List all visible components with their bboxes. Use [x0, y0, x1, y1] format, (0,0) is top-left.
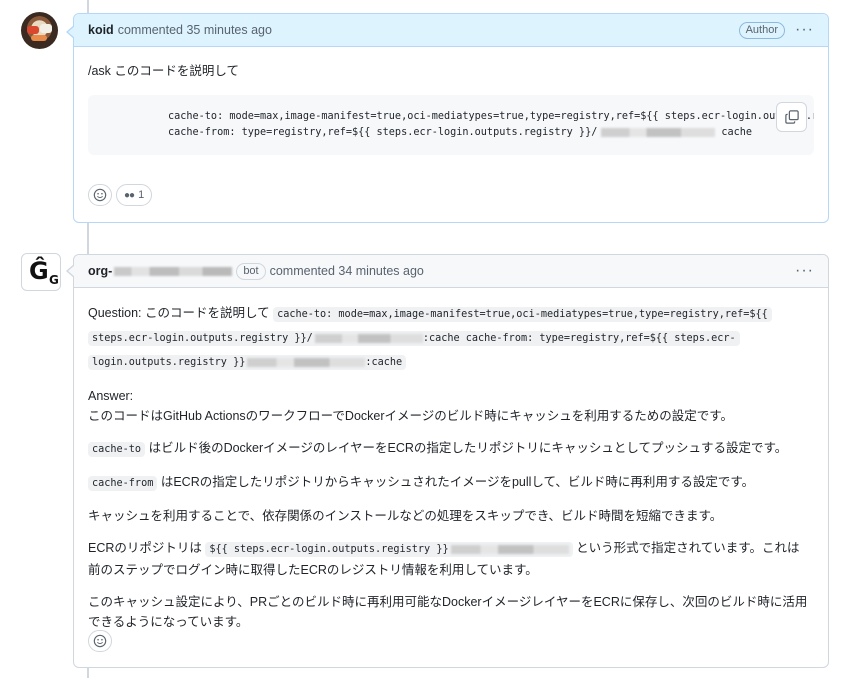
answer-block: Answer: このコードはGitHub ActionsのワークフローでDock…	[88, 386, 814, 426]
question-block: Question: このコードを説明して cache-to: mode=max,…	[88, 302, 814, 374]
bot-logo-icon: Ĝ	[29, 257, 49, 285]
comment-body: Question: このコードを説明して cache-to: mode=max,…	[74, 288, 828, 632]
answer-paragraph: cache-from はECRの指定したリポジトリからキャッシュされたイメージを…	[88, 472, 814, 494]
redacted-text	[114, 266, 233, 276]
author-link[interactable]: koid	[88, 23, 114, 37]
copy-icon	[784, 110, 799, 124]
author-badge: Author	[738, 21, 786, 39]
smiley-icon	[93, 634, 107, 648]
code-line: cache-to: mode=max,image-manifest=true,o…	[168, 111, 814, 122]
add-reaction-button[interactable]	[88, 630, 112, 652]
redacted-text	[247, 357, 366, 367]
comment-body: /ask このコードを説明して cache-to: mode=max,image…	[74, 47, 828, 155]
avatar-image-part	[31, 35, 47, 41]
author-link[interactable]: org-	[88, 264, 112, 278]
answer-label: Answer:	[88, 389, 134, 403]
reactions-bar: ●● 1	[88, 184, 153, 206]
avatar[interactable]	[21, 12, 58, 49]
code-block: cache-to: mode=max,image-manifest=true,o…	[88, 95, 814, 155]
redacted-text	[450, 544, 569, 554]
inline-code: cache-from	[88, 476, 158, 491]
answer-paragraph: キャッシュを利用することで、依存関係のインストールなどの処理をスキップでき、ビル…	[88, 509, 723, 523]
more-options-icon[interactable]: ···	[795, 22, 814, 38]
redacted-text	[314, 333, 423, 343]
comment-timestamp[interactable]: commented 34 minutes ago	[270, 264, 424, 278]
smiley-icon	[93, 188, 107, 202]
add-reaction-button[interactable]	[88, 184, 112, 206]
inline-code: steps.ecr-login.outputs.registry }}/:cac…	[88, 331, 740, 346]
bot-label: bot	[236, 262, 266, 280]
bot-avatar[interactable]: Ĝ G	[21, 253, 61, 291]
reaction-count: 1	[138, 189, 145, 201]
comment-text: /ask このコードを説明して	[88, 64, 240, 78]
answer-paragraph: ECRのリポジトリは ${{ steps.ecr-login.outputs.r…	[88, 541, 800, 577]
answer-paragraph: このコードはGitHub ActionsのワークフローでDockerイメージのビ…	[88, 409, 734, 423]
answer-paragraph: cache-to はビルド後のDockerイメージのレイヤーをECRの指定したリ…	[88, 438, 814, 460]
avatar-image-part	[40, 24, 52, 33]
inline-code: login.outputs.registry }}:cache	[88, 355, 407, 370]
comment-koid: koid commented 35 minutes ago Author ···…	[66, 13, 829, 223]
comment-timestamp[interactable]: commented 35 minutes ago	[118, 23, 272, 37]
answer-paragraph: このキャッシュ設定により、PRごとのビルド時に再利用可能なDockerイメージレ…	[88, 595, 808, 629]
eyes-reaction-button[interactable]: ●● 1	[116, 184, 153, 206]
inline-code: cache-to: mode=max,image-manifest=true,o…	[273, 307, 772, 322]
avatar-image-part	[27, 26, 39, 34]
redacted-text	[601, 127, 716, 137]
comment-header: koid commented 35 minutes ago Author ···	[66, 14, 828, 47]
inline-code: ${{ steps.ecr-login.outputs.registry }}	[205, 542, 573, 557]
comment-header: org- bot commented 34 minutes ago ···	[66, 255, 828, 288]
bot-logo-icon: G	[49, 273, 59, 287]
inline-code: cache-to	[88, 442, 146, 457]
comment-bot: org- bot commented 34 minutes ago ··· Qu…	[66, 254, 829, 668]
eyes-icon: ●●	[124, 189, 135, 201]
question-label: Question: このコードを説明して	[88, 306, 270, 320]
copy-button[interactable]	[776, 102, 807, 132]
more-options-icon[interactable]: ···	[795, 263, 814, 279]
reactions-bar	[88, 630, 112, 652]
code-line: cache-from: type=registry,ref=${{ steps.…	[168, 127, 753, 138]
